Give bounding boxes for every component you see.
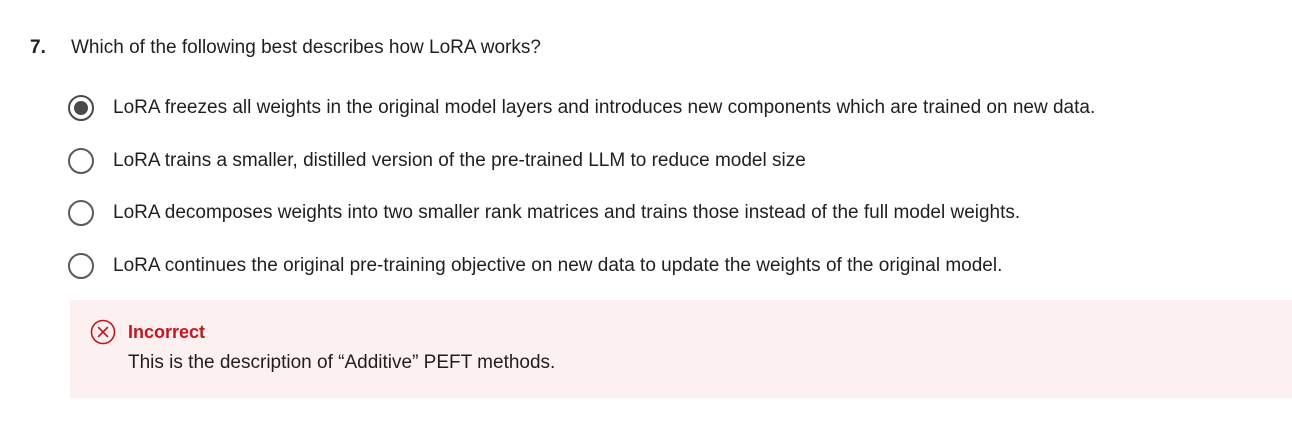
question-text: Which of the following best describes ho… — [71, 37, 541, 58]
answer-option-2[interactable]: LoRA trains a smaller, distilled version… — [68, 147, 1268, 179]
answer-option-label: LoRA freezes all weights in the original… — [113, 97, 1096, 118]
feedback-panel: Incorrect This is the description of “Ad… — [70, 300, 1292, 398]
answer-option-label: LoRA continues the original pre-training… — [113, 254, 1003, 276]
radio-button[interactable] — [68, 200, 94, 226]
answer-option-3[interactable]: LoRA decomposes weights into two smaller… — [68, 199, 1268, 231]
answer-option-4[interactable]: LoRA continues the original pre-training… — [68, 252, 1268, 284]
feedback-status: Incorrect — [128, 322, 206, 342]
question-number: 7. — [30, 37, 46, 58]
answer-options: LoRA freezes all weights in the original… — [68, 94, 1268, 304]
radio-button-selected[interactable] — [68, 95, 94, 121]
answer-option-label: LoRA decomposes weights into two smaller… — [113, 202, 1021, 223]
x-circle-icon — [90, 319, 116, 345]
radio-dot — [74, 101, 88, 115]
radio-button[interactable] — [68, 147, 94, 174]
answer-option-1[interactable]: LoRA freezes all weights in the original… — [68, 94, 1268, 126]
radio-button[interactable] — [68, 252, 94, 279]
answer-option-label: LoRA trains a smaller, distilled version… — [113, 149, 806, 171]
feedback-message: This is the description of “Additive” PE… — [128, 352, 556, 373]
quiz-question: 7. Which of the following best describes… — [0, 0, 1292, 433]
